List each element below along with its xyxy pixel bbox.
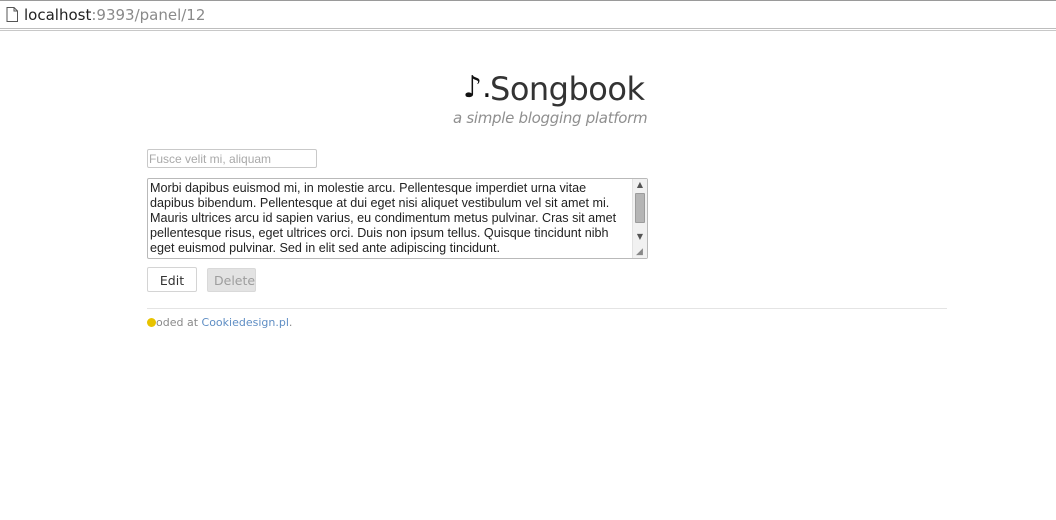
toolbar-divider: [0, 28, 1056, 29]
url-text[interactable]: localhost:9393/panel/12: [24, 6, 205, 24]
footer: oded at Cookiedesign.pl.: [147, 316, 292, 330]
site-subtitle: a simple blogging platform: [453, 109, 648, 127]
delete-button[interactable]: Delete: [207, 268, 256, 292]
scroll-thumb[interactable]: [635, 193, 645, 223]
url-path: :9393/panel/12: [91, 6, 206, 24]
footer-text: oded at: [156, 316, 202, 329]
footer-suffix: .: [288, 316, 293, 329]
post-title-input[interactable]: [147, 149, 317, 168]
address-bar[interactable]: localhost:9393/panel/12: [0, 0, 1056, 31]
url-host: localhost: [24, 6, 92, 24]
music-note-icon: ♪.: [463, 70, 492, 105]
edit-button[interactable]: Edit: [147, 267, 197, 292]
resize-grip-icon[interactable]: ◢: [636, 247, 646, 257]
page-icon: [6, 7, 18, 22]
scroll-down-arrow-icon[interactable]: ▼: [633, 231, 647, 243]
footer-divider: [147, 308, 947, 309]
cookiedesign-link[interactable]: Cookiedesign.pl: [202, 316, 289, 329]
cookie-icon: [147, 318, 156, 327]
post-body-textarea[interactable]: Morbi dapibus euismod mi, in molestie ar…: [147, 178, 648, 259]
site-title[interactable]: Songbook: [490, 70, 645, 108]
scroll-up-arrow-icon[interactable]: ▲: [633, 179, 647, 191]
